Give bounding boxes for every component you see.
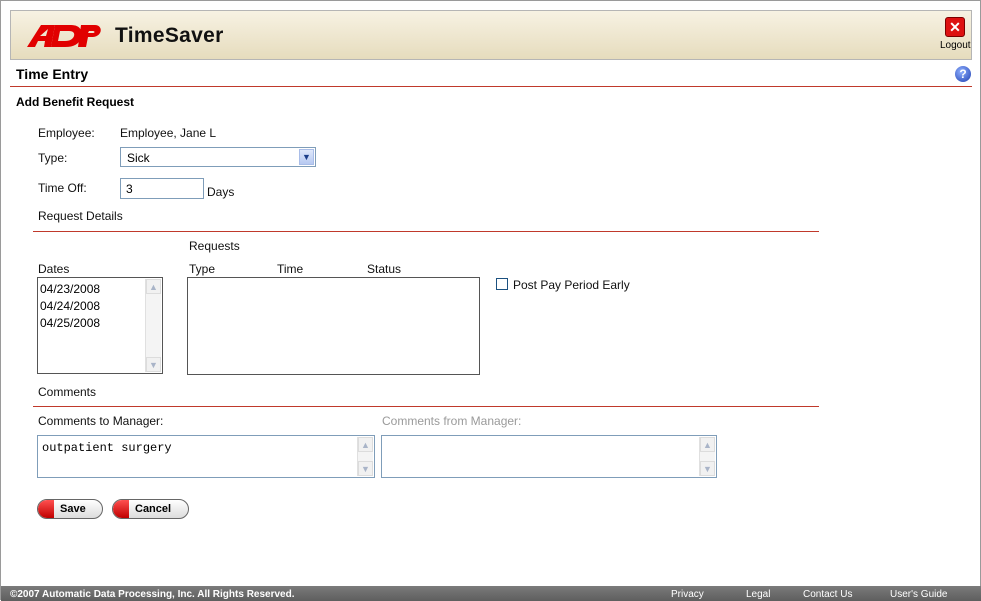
column-time: Time: [277, 262, 304, 276]
scroll-up-icon: ▲: [700, 437, 715, 452]
chevron-down-icon[interactable]: ▼: [299, 149, 314, 165]
footer: ©2007 Automatic Data Processing, Inc. Al…: [1, 586, 981, 601]
app-header: TimeSaver ✕ Logout: [10, 10, 972, 60]
comments-to-manager-text: outpatient surgery: [42, 441, 172, 455]
comments-to-manager-label: Comments to Manager:: [38, 414, 164, 428]
page-title: Time Entry: [16, 66, 89, 82]
adp-logo-icon: [27, 25, 101, 47]
app-window: TimeSaver ✕ Logout Time Entry ? Add Bene…: [0, 0, 981, 601]
dates-listbox[interactable]: 04/23/2008 04/24/2008 04/25/2008 ▲ ▼: [37, 277, 163, 374]
help-icon[interactable]: ?: [955, 66, 971, 82]
scroll-down-icon[interactable]: ▼: [146, 357, 161, 372]
time-off-label: Time Off:: [38, 181, 87, 195]
list-item[interactable]: 04/25/2008: [38, 315, 100, 332]
scroll-down-icon[interactable]: ▼: [358, 461, 373, 476]
footer-link-privacy[interactable]: Privacy: [671, 589, 704, 600]
logout-button[interactable]: ✕ Logout: [940, 17, 971, 57]
scroll-down-icon: ▼: [700, 461, 715, 476]
scrollbar[interactable]: ▲ ▼: [357, 437, 373, 476]
save-button[interactable]: Save: [37, 499, 103, 519]
logout-label: Logout: [940, 40, 971, 51]
copyright: ©2007 Automatic Data Processing, Inc. Al…: [10, 589, 295, 600]
scrollbar: ▲ ▼: [699, 437, 715, 476]
divider: [33, 406, 819, 407]
section-title: Add Benefit Request: [16, 95, 135, 109]
cancel-button[interactable]: Cancel: [112, 499, 189, 519]
scroll-up-icon[interactable]: ▲: [146, 279, 161, 294]
post-pay-period-early-checkbox[interactable]: [496, 278, 508, 290]
type-select-value: Sick: [127, 151, 150, 165]
post-pay-period-early-label: Post Pay Period Early: [513, 278, 630, 292]
type-select[interactable]: Sick ▼: [120, 147, 316, 167]
time-off-unit: Days: [207, 185, 235, 199]
employee-label: Employee:: [38, 126, 95, 140]
footer-link-legal[interactable]: Legal: [746, 589, 770, 600]
scroll-up-icon[interactable]: ▲: [358, 437, 373, 452]
comments-header: Comments: [38, 385, 97, 399]
app-title: TimeSaver: [115, 24, 224, 47]
dates-label: Dates: [38, 262, 70, 276]
requests-list[interactable]: [187, 277, 480, 375]
footer-link-contact[interactable]: Contact Us: [803, 589, 852, 600]
list-item[interactable]: 04/23/2008: [38, 281, 100, 298]
column-type: Type: [189, 262, 216, 276]
comments-from-manager-field: ▲ ▼: [381, 435, 717, 478]
type-label: Type:: [38, 151, 68, 165]
requests-label: Requests: [189, 239, 240, 253]
divider: [10, 86, 972, 87]
footer-link-users-guide[interactable]: User's Guide: [890, 589, 948, 600]
divider: [33, 231, 819, 232]
close-icon: ✕: [945, 17, 965, 37]
employee-value: Employee, Jane L: [120, 126, 217, 140]
list-item[interactable]: 04/24/2008: [38, 298, 100, 315]
time-off-input[interactable]: 3: [120, 178, 204, 199]
comments-to-manager-field[interactable]: outpatient surgery ▲ ▼: [37, 435, 375, 478]
column-status: Status: [367, 262, 402, 276]
request-details-header: Request Details: [38, 209, 123, 223]
comments-from-manager-label: Comments from Manager:: [382, 414, 522, 428]
scrollbar[interactable]: ▲ ▼: [145, 279, 161, 372]
